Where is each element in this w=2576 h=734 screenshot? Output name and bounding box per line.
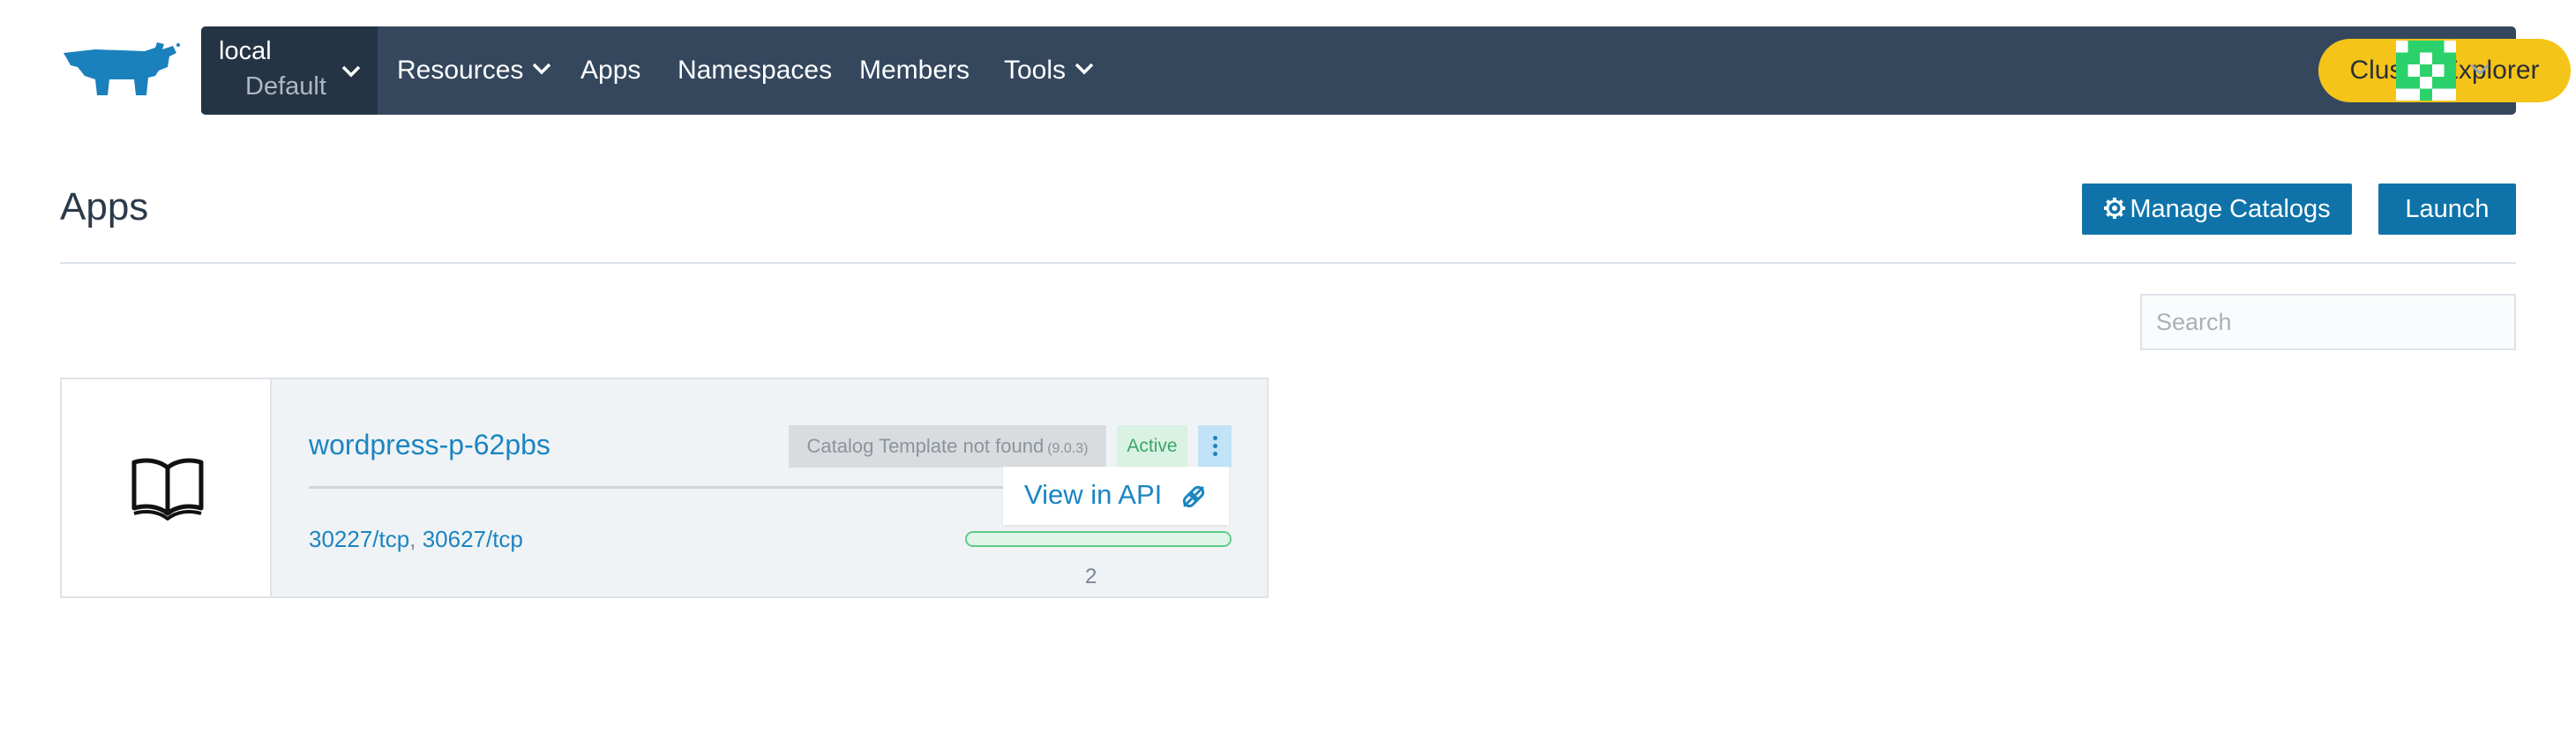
project-name: Default xyxy=(245,72,326,101)
card-divider xyxy=(309,486,1015,489)
app-icon-box xyxy=(62,379,272,596)
manage-catalogs-button[interactable]: Manage Catalogs xyxy=(2082,184,2352,235)
chevron-down-icon xyxy=(1075,63,1094,75)
rancher-logo-icon[interactable] xyxy=(60,41,182,102)
nav-namespaces[interactable]: Namespaces xyxy=(678,26,832,115)
chevron-down-icon xyxy=(341,65,361,78)
catalog-version: (9.0.3) xyxy=(1047,441,1089,456)
pod-progress-bar xyxy=(965,531,1232,547)
header-divider xyxy=(60,262,2516,264)
chevron-down-icon[interactable] xyxy=(2470,64,2490,76)
chevron-down-icon xyxy=(533,63,551,75)
external-api-icon xyxy=(1182,485,1205,508)
gear-icon xyxy=(2104,198,2126,220)
endpoint-ports: 30227/tcp, 30627/tcp xyxy=(309,526,523,553)
view-in-api-link[interactable]: View in API xyxy=(1003,467,1229,525)
nav-resources-label: Resources xyxy=(397,56,524,85)
pod-count: 2 xyxy=(1085,565,1097,588)
catalog-status-text: Catalog Template not found xyxy=(806,435,1045,457)
book-icon xyxy=(131,458,204,521)
nav-resources[interactable]: Resources xyxy=(397,26,551,115)
nav-apps-label: Apps xyxy=(580,56,641,85)
nav-tools-label: Tools xyxy=(1004,56,1067,85)
state-badge: Active xyxy=(1117,425,1187,468)
user-avatar[interactable] xyxy=(2396,41,2456,101)
launch-button[interactable]: Launch xyxy=(2378,184,2516,235)
port-link[interactable]: 30627/tcp xyxy=(423,526,523,552)
nav-members[interactable]: Members xyxy=(859,26,970,115)
view-in-api-label: View in API xyxy=(1024,479,1163,510)
top-navbar: local Default Resources Apps Namespaces … xyxy=(201,26,2571,115)
nav-apps[interactable]: Apps xyxy=(580,26,640,115)
nav-namespaces-label: Namespaces xyxy=(678,56,833,85)
port-separator: , xyxy=(409,526,416,552)
cluster-name: local xyxy=(219,37,272,65)
nav-tools[interactable]: Tools xyxy=(1004,26,1094,115)
app-name-link[interactable]: wordpress-p-62pbs xyxy=(309,429,550,461)
cluster-project-switcher[interactable]: local Default xyxy=(201,26,378,115)
page-title: Apps xyxy=(60,185,149,228)
search-input[interactable] xyxy=(2140,294,2516,350)
port-link[interactable]: 30227/tcp xyxy=(309,526,409,552)
manage-catalogs-label: Manage Catalogs xyxy=(2130,195,2331,223)
app-actions-menu-button[interactable] xyxy=(1198,425,1232,468)
nav-members-label: Members xyxy=(859,56,970,85)
pod-progress-fill xyxy=(967,533,1230,545)
catalog-status-badge: Catalog Template not found (9.0.3) xyxy=(789,425,1106,468)
